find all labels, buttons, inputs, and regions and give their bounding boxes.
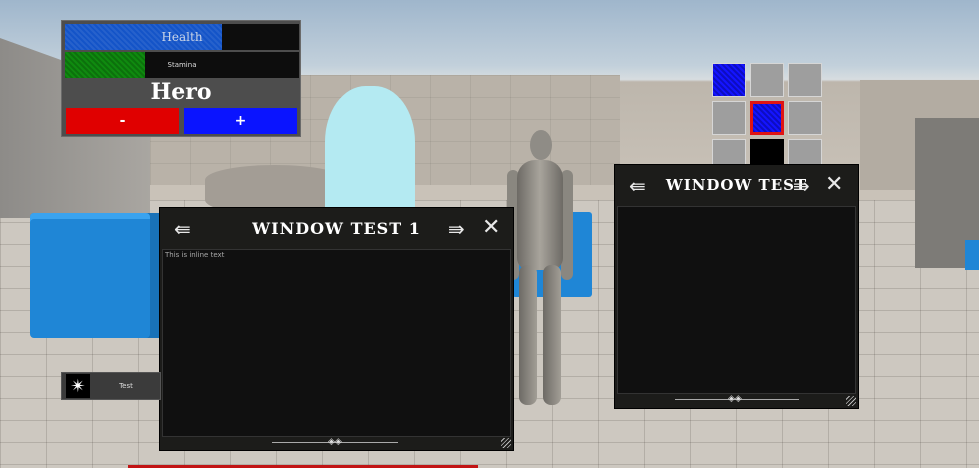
inventory-slot[interactable]	[788, 101, 822, 135]
stamina-bar: Stamina	[65, 52, 299, 78]
inventory-slot[interactable]	[712, 101, 746, 135]
window-test-2[interactable]: WINDOW TEST ⇚ ⇛ ✕ ◈◈	[615, 165, 858, 408]
resize-grip-icon[interactable]	[501, 438, 511, 448]
close-icon[interactable]: ✕	[825, 174, 843, 196]
inline-text: This is inline text	[165, 251, 225, 259]
prev-arrow-icon[interactable]: ⇚	[629, 176, 646, 196]
test-label: Test	[119, 382, 133, 390]
inventory-slot[interactable]	[750, 63, 784, 97]
starburst-icon: ✴	[66, 374, 90, 398]
health-bar: Health	[65, 24, 299, 50]
resize-grip-icon[interactable]	[846, 396, 856, 406]
diamond-ornament-icon: ◈◈	[728, 394, 742, 404]
prev-arrow-icon[interactable]: ⇚	[174, 219, 191, 239]
window-title: WINDOW TEST	[665, 176, 808, 194]
inventory-slot[interactable]	[712, 139, 746, 166]
window-test-1[interactable]: WINDOW TEST 1 ⇚ ⇛ ✕ This is inline text …	[160, 208, 513, 450]
window-content: This is inline text	[162, 249, 511, 437]
inventory-slot[interactable]	[750, 139, 784, 166]
blue-cube-right	[965, 240, 979, 270]
next-arrow-icon[interactable]: ⇛	[448, 219, 465, 239]
diamond-ornament-icon: ◈◈	[328, 437, 342, 447]
inventory-slot[interactable]	[712, 63, 746, 97]
character-name: Hero	[150, 79, 212, 105]
stamina-label: Stamina	[167, 61, 197, 69]
player-mannequin	[505, 130, 575, 415]
health-label: Health	[161, 30, 203, 44]
next-arrow-icon[interactable]: ⇛	[793, 176, 810, 196]
ghost-silhouette	[325, 86, 415, 226]
inventory-slot[interactable]	[788, 63, 822, 97]
blue-cube-left	[30, 213, 170, 338]
test-widget[interactable]: ✴ Test	[61, 372, 161, 400]
close-icon[interactable]: ✕	[482, 217, 500, 239]
inventory-slot[interactable]	[750, 101, 784, 135]
window-content	[617, 206, 856, 394]
inventory-grid	[711, 62, 825, 166]
increase-button[interactable]: +	[184, 108, 297, 134]
player-hud: Health Stamina Hero - +	[61, 20, 301, 137]
inventory-slot[interactable]	[788, 139, 822, 166]
decrease-button[interactable]: -	[66, 108, 179, 134]
